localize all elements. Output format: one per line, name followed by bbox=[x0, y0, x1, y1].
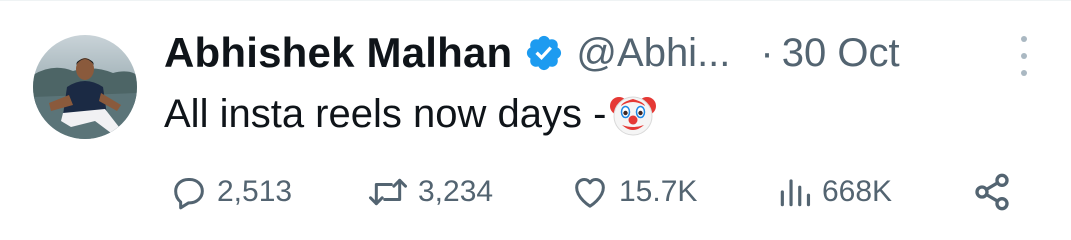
avatar-image bbox=[33, 35, 137, 139]
more-dot bbox=[1021, 36, 1027, 42]
action-bar: 2,513 3,234 15.7K 668K bbox=[164, 168, 1024, 216]
like-count: 15.7K bbox=[619, 175, 698, 208]
retweet-button[interactable]: 3,234 bbox=[366, 168, 493, 216]
clown-face-emoji-icon bbox=[608, 89, 658, 139]
reply-button[interactable]: 2,513 bbox=[169, 168, 292, 216]
retweet-icon bbox=[366, 172, 410, 212]
share-button[interactable] bbox=[972, 168, 1012, 216]
verified-badge-icon bbox=[524, 33, 564, 73]
views-button[interactable]: 668K bbox=[776, 168, 892, 216]
tweet-header: Abhishek Malhan @Abhi... · 30 Oct bbox=[164, 24, 1044, 82]
tweet-date[interactable]: 30 Oct bbox=[782, 31, 900, 76]
author-name[interactable]: Abhishek Malhan bbox=[164, 29, 512, 77]
like-button[interactable]: 15.7K bbox=[569, 168, 697, 216]
views-icon bbox=[776, 172, 814, 212]
more-dot bbox=[1021, 53, 1027, 59]
reply-icon bbox=[169, 172, 209, 212]
more-dot bbox=[1021, 70, 1027, 76]
view-count: 668K bbox=[822, 175, 893, 208]
heart-icon bbox=[569, 172, 611, 212]
retweet-count: 3,234 bbox=[418, 175, 494, 208]
tweet-body: All insta reels now days - bbox=[164, 91, 607, 136]
avatar[interactable] bbox=[33, 35, 137, 139]
share-icon bbox=[972, 172, 1012, 212]
tweet-text: All insta reels now days - bbox=[164, 86, 658, 142]
separator-dot: · bbox=[760, 30, 774, 75]
more-options-icon[interactable] bbox=[1010, 36, 1038, 76]
reply-count: 2,513 bbox=[217, 175, 293, 208]
author-handle[interactable]: @Abhi... bbox=[576, 31, 730, 76]
top-divider bbox=[0, 0, 1071, 1]
